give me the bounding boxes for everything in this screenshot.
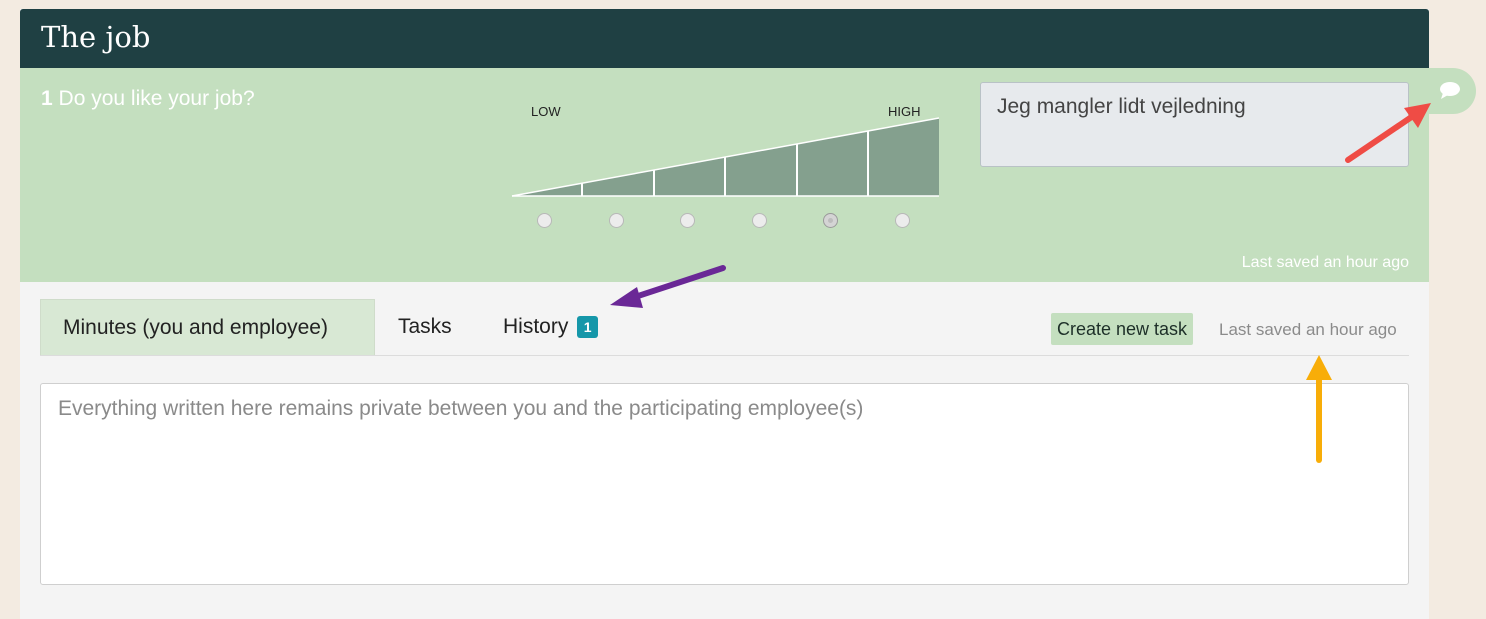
question-row: 1 Do you like your job? LOW HIGH Jeg man…	[20, 68, 1476, 282]
question-label: 1 Do you like your job?	[41, 87, 255, 111]
minutes-last-saved: Last saved an hour ago	[1219, 320, 1397, 339]
question-text: Do you like your job?	[58, 87, 255, 110]
rating-scale-graphic	[511, 117, 940, 197]
section-title: The job	[41, 20, 151, 54]
comment-field[interactable]: Jeg mangler lidt vejledning	[980, 82, 1409, 167]
tab-minutes[interactable]: Minutes (you and employee)	[40, 299, 375, 355]
tab-tasks[interactable]: Tasks	[398, 299, 452, 355]
rating-option-4[interactable]	[752, 213, 767, 228]
speech-bubble-icon	[1440, 82, 1460, 99]
question-number: 1	[41, 87, 53, 110]
rating-option-1[interactable]	[537, 213, 552, 228]
section-header: The job	[20, 9, 1429, 68]
minutes-notes-input[interactable]	[40, 383, 1409, 585]
rating-option-5[interactable]	[823, 213, 838, 228]
tab-bar: Minutes (you and employee) Tasks History…	[40, 299, 1409, 356]
question-last-saved: Last saved an hour ago	[1241, 254, 1409, 271]
comment-toggle-button[interactable]	[1429, 68, 1476, 114]
history-count-badge: 1	[577, 316, 599, 339]
tab-history-label: History	[503, 315, 569, 338]
question-card: The job 1 Do you like your job? LOW HIGH…	[20, 9, 1476, 619]
create-task-button[interactable]: Create new task	[1051, 313, 1194, 345]
rating-option-6[interactable]	[895, 213, 910, 228]
rating-option-2[interactable]	[609, 213, 624, 228]
tab-history[interactable]: History 1	[503, 299, 599, 355]
rating-option-3[interactable]	[680, 213, 695, 228]
